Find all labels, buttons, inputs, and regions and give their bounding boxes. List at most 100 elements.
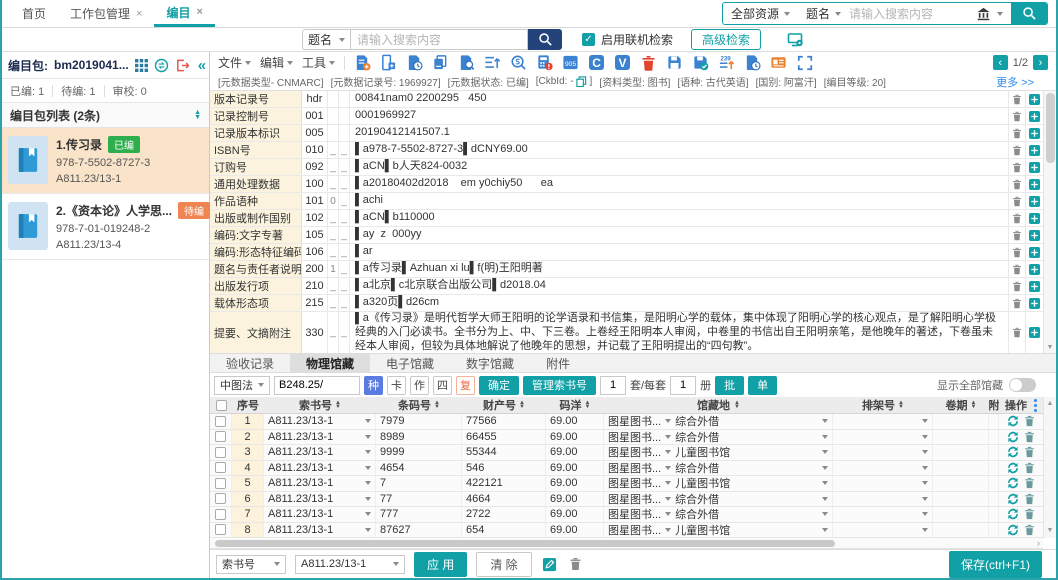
- record-time-icon[interactable]: [744, 54, 761, 71]
- more-link[interactable]: 更多 >>: [996, 74, 1048, 90]
- price-cell[interactable]: 69.00: [546, 414, 604, 429]
- row-checkbox[interactable]: [215, 415, 226, 427]
- refresh-icon[interactable]: [1007, 415, 1019, 427]
- shelf-select[interactable]: [833, 445, 933, 460]
- save-icon[interactable]: [666, 54, 683, 71]
- location-selects[interactable]: 图星图书... 综合外借: [604, 429, 833, 444]
- sync-package-icon[interactable]: [154, 57, 169, 74]
- tab-catalog[interactable]: 编目 ×: [154, 0, 215, 27]
- row-checkbox[interactable]: [215, 431, 226, 443]
- select-all-checkbox[interactable]: [215, 399, 227, 411]
- shelf-select[interactable]: [833, 429, 933, 444]
- global-search-scope-select[interactable]: 全部资源: [723, 3, 798, 24]
- row-checkbox[interactable]: [215, 508, 226, 520]
- col-shelf[interactable]: 排架号 ▲ ▼: [833, 397, 933, 413]
- callno-select[interactable]: A811.23/13-1: [264, 414, 376, 429]
- class-scheme-select[interactable]: 中图法: [214, 375, 270, 395]
- manage-callno-button[interactable]: 管理索书号: [523, 375, 596, 395]
- location-selects[interactable]: 图星图书... 综合外借: [604, 414, 833, 429]
- menu-edit[interactable]: 编辑: [260, 54, 294, 71]
- callno-select[interactable]: A811.23/13-1: [264, 445, 376, 460]
- add-field-icon[interactable]: [1026, 278, 1043, 294]
- card-view-icon[interactable]: [770, 54, 787, 71]
- add-field-icon[interactable]: [1026, 210, 1043, 226]
- add-field-icon[interactable]: [1026, 244, 1043, 260]
- global-search-field-select[interactable]: 题名: [798, 3, 849, 24]
- holdings-scrollbar[interactable]: ▲ ▼: [1043, 397, 1056, 538]
- callno-input[interactable]: [274, 375, 360, 395]
- delete-field-icon[interactable]: [1009, 142, 1026, 158]
- record-history-icon[interactable]: [406, 54, 423, 71]
- add-field-icon[interactable]: [1026, 142, 1043, 158]
- single-button[interactable]: 单: [748, 375, 778, 395]
- row-checkbox[interactable]: [215, 524, 226, 536]
- trash-icon[interactable]: [1024, 493, 1036, 505]
- col-callno[interactable]: 索书号 ▲ ▼: [264, 397, 376, 413]
- field-value[interactable]: 00841nam0 2200295 450: [350, 91, 1009, 107]
- delete-field-icon[interactable]: [1009, 91, 1026, 107]
- callno-select[interactable]: A811.23/13-1: [264, 507, 376, 522]
- add-field-icon[interactable]: [1026, 261, 1043, 277]
- add-field-icon[interactable]: [1026, 176, 1043, 192]
- menu-tools[interactable]: 工具: [302, 54, 336, 71]
- copy-record-icon[interactable]: [432, 54, 449, 71]
- record-search-icon[interactable]: [458, 54, 475, 71]
- add-record-icon[interactable]: [354, 54, 371, 71]
- z3950-icon[interactable]: 239: [718, 54, 735, 71]
- scroll-right-icon[interactable]: ›: [1037, 538, 1040, 548]
- callno-select[interactable]: A811.23/13-1: [264, 522, 376, 537]
- grid-view-icon[interactable]: [134, 57, 148, 74]
- list-item[interactable]: 1.传习录 已编 978-7-5502-8727-3 A811.23/13-1: [2, 128, 209, 194]
- add-field-icon[interactable]: [1026, 227, 1043, 243]
- location-selects[interactable]: 图星图书... 综合外借: [604, 460, 833, 475]
- col-barcode[interactable]: 条码号 ▲ ▼: [376, 397, 462, 413]
- shelf-select[interactable]: [833, 507, 933, 522]
- record-search-button[interactable]: [528, 29, 562, 50]
- callno-select[interactable]: A811.23/13-1: [264, 476, 376, 491]
- row-checkbox[interactable]: [215, 462, 226, 474]
- delete-field-icon[interactable]: [1009, 261, 1026, 277]
- monitor-settings-icon[interactable]: [787, 31, 804, 48]
- four-corner-button[interactable]: 四: [433, 375, 452, 395]
- location-selects[interactable]: 图星图书... 综合外借: [604, 491, 833, 506]
- refresh-icon[interactable]: [1007, 493, 1019, 505]
- circle-v-icon[interactable]: V: [614, 54, 631, 71]
- per-set-input[interactable]: [670, 375, 697, 395]
- delete-field-icon[interactable]: [1009, 312, 1026, 353]
- scroll-down-icon[interactable]: ▼: [1047, 343, 1054, 353]
- exit-package-icon[interactable]: [175, 57, 190, 74]
- record-search-input[interactable]: [350, 29, 528, 50]
- add-field-icon[interactable]: [1026, 159, 1043, 175]
- trash-icon[interactable]: [1024, 415, 1036, 427]
- close-icon[interactable]: ×: [196, 6, 202, 18]
- callno-select[interactable]: A811.23/13-1: [264, 429, 376, 444]
- global-search-button[interactable]: [1011, 3, 1047, 24]
- list-item[interactable]: 2.《资本论》人学思... 待编 978-7-01-019248-2 A811.2…: [2, 194, 211, 260]
- shelf-select[interactable]: [833, 476, 933, 491]
- scrollbar-thumb[interactable]: [1045, 93, 1055, 163]
- shelf-select[interactable]: [833, 522, 933, 537]
- trash-icon[interactable]: [1024, 431, 1036, 443]
- close-icon[interactable]: ×: [136, 8, 142, 20]
- col-asset[interactable]: 财产号 ▲ ▼: [462, 397, 546, 413]
- circle-c-icon[interactable]: C: [588, 54, 605, 71]
- volume-cell[interactable]: [933, 414, 989, 429]
- location-selects[interactable]: 图星图书... 儿童图书馆: [604, 522, 833, 537]
- show-all-toggle[interactable]: [1009, 378, 1036, 392]
- save-button[interactable]: 保存(ctrl+F1): [948, 550, 1042, 578]
- menu-file[interactable]: 文件: [218, 54, 252, 71]
- footer-field-select[interactable]: 索书号: [216, 554, 286, 574]
- add-field-icon[interactable]: [1026, 312, 1043, 353]
- shelf-select[interactable]: [833, 460, 933, 475]
- refresh-icon[interactable]: [1007, 431, 1019, 443]
- barcode-cell[interactable]: 7979: [376, 414, 462, 429]
- species-number-button[interactable]: 种: [364, 375, 383, 395]
- add-field-icon[interactable]: [1026, 295, 1043, 311]
- delete-record-icon[interactable]: [640, 54, 657, 71]
- row-checkbox[interactable]: [215, 493, 226, 505]
- next-record-button[interactable]: ›: [1033, 55, 1048, 70]
- location-selects[interactable]: 图星图书... 综合外借: [604, 507, 833, 522]
- delete-field-icon[interactable]: [1009, 176, 1026, 192]
- scroll-down-icon[interactable]: ▼: [1047, 526, 1054, 536]
- col-volume[interactable]: 卷期 ▲ ▼: [933, 397, 989, 413]
